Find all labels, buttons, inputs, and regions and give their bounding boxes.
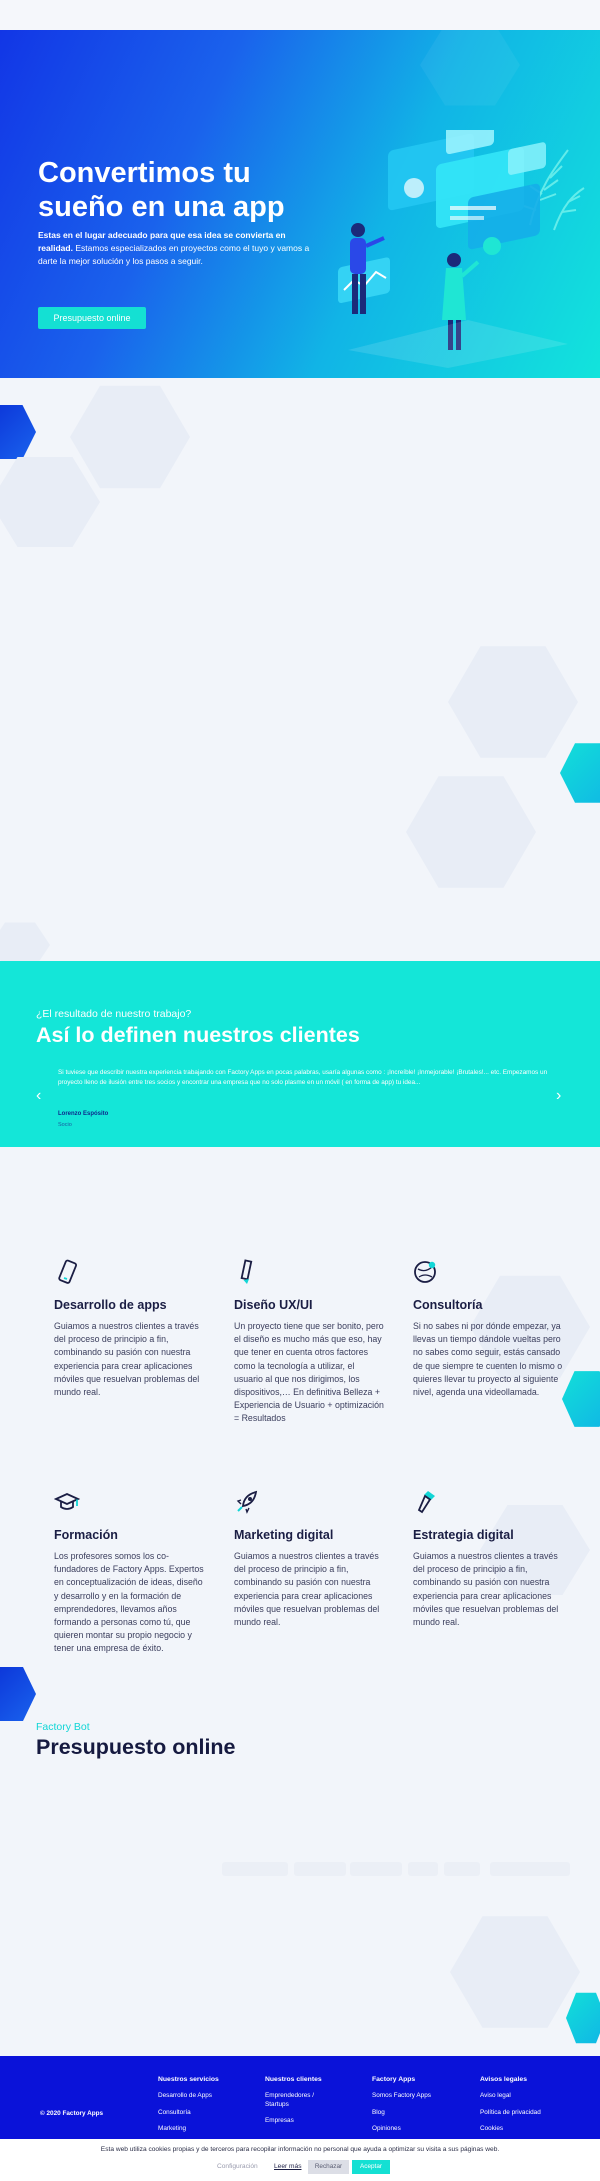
footer-link[interactable]: Emprendedores / Startups xyxy=(265,2092,335,2109)
footer-column-heading: Nuestros clientes xyxy=(265,2076,322,2083)
footer-link[interactable]: Marketing xyxy=(158,2125,248,2134)
service-title: Estrategia digital xyxy=(413,1528,514,1542)
cookie-accept-button[interactable]: Aceptar xyxy=(352,2160,390,2174)
footer-link[interactable]: Consultoría xyxy=(158,2109,248,2118)
pencil-icon xyxy=(240,1259,253,1284)
service-card-consulting: Consultoría Si no sabes ni por dónde emp… xyxy=(413,1259,563,1399)
service-title: Desarrollo de apps xyxy=(54,1298,167,1312)
cookie-notice-text: Esta web utiliza cookies propias y de te… xyxy=(100,2146,500,2153)
hex-decoration-blue xyxy=(0,1667,36,1721)
testimonial-quote: Si tuviese que describir nuestra experie… xyxy=(58,1069,548,1086)
testimonial-author: Lorenzo Espósito xyxy=(58,1111,109,1117)
hex-decoration-ghost xyxy=(70,385,190,489)
chatbot-option-placeholder xyxy=(294,1862,346,1876)
footer-column-services: Nuestros servicios Desarrollo de Apps Co… xyxy=(158,2076,248,2142)
footer-column-heading: Factory Apps xyxy=(372,2076,416,2083)
footer-link[interactable]: Empresas xyxy=(265,2117,335,2126)
footer-link[interactable]: Desarrollo de Apps xyxy=(158,2092,248,2101)
budget-kicker: Factory Bot xyxy=(36,1721,90,1733)
cookie-settings-link[interactable]: Configuración xyxy=(217,2163,258,2170)
carousel-prev-chevron-left-icon[interactable]: ‹ xyxy=(36,1088,41,1104)
service-description: Guiamos a nuestros clientes a través del… xyxy=(234,1551,380,1628)
hex-decoration-ghost xyxy=(406,776,536,888)
floating-screens-icon xyxy=(338,130,546,303)
service-title: Consultoría xyxy=(413,1298,483,1312)
rocket-icon xyxy=(236,1490,258,1514)
cookie-consent-bar: Esta web utiliza cookies propias y de te… xyxy=(0,2139,600,2181)
service-title: Marketing digital xyxy=(234,1528,334,1542)
service-description: Los profesores somos los co-fundadores d… xyxy=(54,1551,204,1654)
chatbot-option-placeholder xyxy=(490,1862,570,1876)
phone-icon xyxy=(58,1259,77,1284)
flashlight-icon xyxy=(417,1491,435,1514)
hero-hex-decoration xyxy=(420,30,520,106)
footer-column-heading: Nuestros servicios xyxy=(158,2076,219,2083)
service-card-ux-ui: Diseño UX/UI Un proyecto tiene que ser b… xyxy=(234,1259,384,1426)
service-description: Guiamos a nuestros clientes a través del… xyxy=(54,1321,200,1398)
service-card-digital-marketing: Marketing digital Guiamos a nuestros cli… xyxy=(234,1489,384,1629)
chatbot-option-placeholder xyxy=(408,1862,438,1876)
graduation-cap-icon xyxy=(53,1493,81,1510)
hex-decoration-teal xyxy=(566,1992,600,2044)
service-title: Formación xyxy=(54,1528,118,1542)
hex-decoration-ghost xyxy=(0,457,100,547)
budget-online-button[interactable]: Presupuesto online xyxy=(38,307,146,329)
chatbot-option-placeholder xyxy=(444,1862,480,1876)
service-card-digital-strategy: Estrategia digital Guiamos a nuestros cl… xyxy=(413,1489,563,1629)
hex-decoration-blue xyxy=(0,405,36,459)
service-title: Diseño UX/UI xyxy=(234,1298,313,1312)
footer-link[interactable]: Opiniones xyxy=(372,2125,462,2134)
testimonial-role: Socio xyxy=(58,1122,72,1128)
hex-decoration-ghost xyxy=(448,646,578,758)
footer-link[interactable]: Aviso legal xyxy=(480,2092,570,2101)
hero-title: Convertimos tu sueño en una app xyxy=(38,157,285,223)
service-description: Si no sabes ni por dónde empezar, ya lle… xyxy=(413,1321,563,1398)
service-description: Un proyecto tiene que ser bonito, pero e… xyxy=(234,1321,384,1424)
footer-link[interactable]: Somos Factory Apps xyxy=(372,2092,462,2101)
cookie-read-more-link[interactable]: Leer más xyxy=(274,2163,302,2170)
testimonials-kicker: ¿El resultado de nuestro trabajo? xyxy=(36,1008,192,1020)
footer-column-heading: Avisos legales xyxy=(480,2076,527,2083)
hex-decoration-ghost xyxy=(450,1916,580,2028)
cookie-reject-button[interactable]: Rechazar xyxy=(308,2160,349,2174)
service-card-app-development: Desarrollo de apps Guiamos a nuestros cl… xyxy=(54,1259,204,1399)
service-card-training: Formación Los profesores somos los co-fu… xyxy=(53,1489,204,1656)
carousel-next-chevron-right-icon[interactable]: › xyxy=(556,1088,561,1104)
testimonials-section: ¿El resultado de nuestro trabajo? Así lo… xyxy=(0,961,600,1147)
globe-icon xyxy=(414,1261,436,1283)
hex-decoration-teal xyxy=(562,1371,600,1427)
testimonials-title: Así lo definen nuestros clientes xyxy=(36,1023,360,1047)
footer-link[interactable]: Cookies xyxy=(480,2125,570,2134)
hero-description-rest: Estamos especializados en proyectos como… xyxy=(38,243,310,266)
hex-decoration-teal xyxy=(560,743,600,803)
budget-title: Presupuesto online xyxy=(36,1735,236,1759)
footer-column-factory-apps: Factory Apps Somos Factory Apps Blog Opi… xyxy=(372,2076,462,2142)
footer-column-legal: Avisos legales Aviso legal Política de p… xyxy=(480,2076,570,2142)
footer-link[interactable]: Blog xyxy=(372,2109,462,2118)
chatbot-option-placeholder xyxy=(350,1862,402,1876)
hero-section: Convertimos tu sueño en una app Estas en… xyxy=(0,30,600,378)
chatbot-option-placeholder xyxy=(222,1862,288,1876)
footer-column-clients: Nuestros clientes Emprendedores / Startu… xyxy=(265,2076,335,2134)
hero-illustration xyxy=(338,130,585,368)
hero-description: Estas en el lugar adecuado para que esa … xyxy=(38,229,310,268)
copyright: © 2020 Factory Apps xyxy=(40,2110,104,2117)
top-bar xyxy=(0,0,600,30)
service-description: Guiamos a nuestros clientes a través del… xyxy=(413,1551,559,1628)
platform-shape xyxy=(348,320,568,368)
footer-link[interactable]: Política de privacidad xyxy=(480,2109,570,2118)
